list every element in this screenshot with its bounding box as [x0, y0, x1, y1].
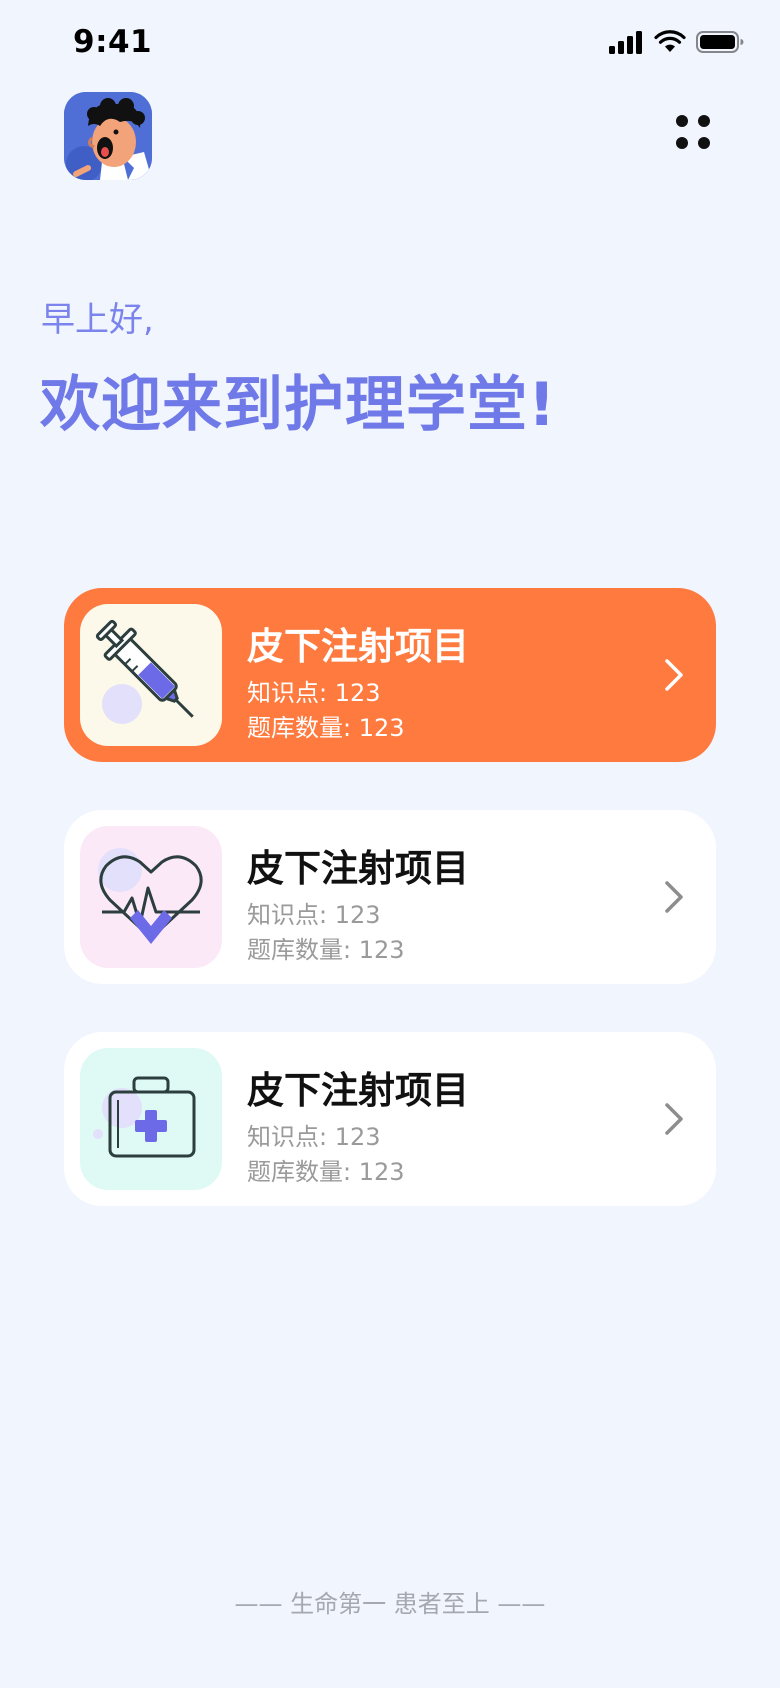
status-time: 9:41 [73, 24, 153, 60]
cellular-signal-icon [609, 31, 642, 54]
heartbeat-icon [98, 848, 203, 944]
grid-dots-icon [676, 115, 710, 149]
card-icon-box [80, 826, 222, 968]
chevron-right-icon [665, 659, 683, 691]
welcome-title: 欢迎来到护理学堂! [40, 370, 557, 440]
course-card[interactable]: 皮下注射项目 知识点: 123 题库数量: 123 [64, 810, 716, 984]
wifi-icon [654, 30, 686, 52]
card-question-count: 题库数量: 123 [247, 714, 405, 742]
greeting-text: 早上好, [41, 300, 154, 340]
course-card[interactable]: 皮下注射项目 知识点: 123 题库数量: 123 [64, 588, 716, 762]
avatar[interactable] [64, 92, 152, 180]
card-icon-box [80, 1048, 222, 1190]
chevron-right-icon [665, 881, 683, 913]
status-bar: 9:41 [0, 0, 780, 92]
card-knowledge-count: 知识点: 123 [247, 679, 381, 707]
card-question-count: 题库数量: 123 [247, 1158, 405, 1186]
course-card[interactable]: 皮下注射项目 知识点: 123 题库数量: 123 [64, 1032, 716, 1206]
doctor-cartoon-avatar [64, 92, 152, 180]
card-knowledge-count: 知识点: 123 [247, 1123, 381, 1151]
footer-slogan: —— 生命第一 患者至上 —— [234, 1590, 546, 1618]
card-title: 皮下注射项目 [247, 625, 469, 668]
chevron-right-icon [665, 1103, 683, 1135]
first-aid-kit-icon [93, 1076, 196, 1158]
card-title: 皮下注射项目 [247, 1069, 469, 1112]
card-knowledge-count: 知识点: 123 [247, 901, 381, 929]
card-question-count: 题库数量: 123 [247, 936, 405, 964]
syringe-icon [95, 619, 194, 724]
battery-icon [696, 31, 744, 53]
card-icon-box [80, 604, 222, 746]
menu-button[interactable] [672, 111, 718, 157]
card-title: 皮下注射项目 [247, 847, 469, 890]
status-icons [608, 30, 744, 54]
